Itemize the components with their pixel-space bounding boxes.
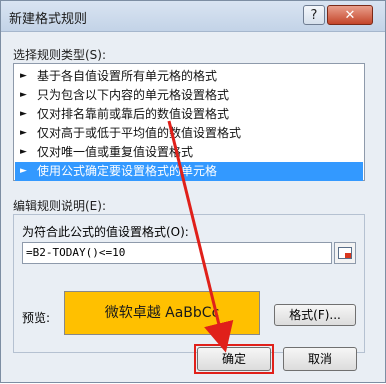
range-select-button[interactable] [334,242,356,264]
bullet-arrow-icon: ► [20,166,27,176]
help-button[interactable]: ? [303,5,325,25]
title-bar: 新建格式规则 ? ✕ [1,1,385,32]
close-button[interactable]: ✕ [327,5,373,25]
bullet-arrow-icon: ► [20,90,27,100]
formula-input[interactable]: =B2-TODAY()<=10 [22,242,332,264]
formula-label: 为符合此公式的值设置格式(O): [22,225,189,239]
bullet-arrow-icon: ► [20,147,27,157]
format-preview: 微软卓越 AaBbCc [64,291,260,335]
bullet-arrow-icon: ► [20,71,27,81]
bullet-arrow-icon: ► [20,109,27,119]
rule-type-item-label: 只为包含以下内容的单元格设置格式 [37,88,230,102]
edit-rule-label: 编辑规则说明(E): [13,199,106,213]
rule-type-item[interactable]: ► 仅对排名靠前或靠后的数值设置格式 [15,105,363,124]
preview-label: 预览: [22,311,51,325]
rule-type-item-label: 仅对唯一值或重复值设置格式 [37,145,194,159]
collapse-dialog-icon [338,247,352,259]
rule-type-item-label: 基于各自值设置所有单元格的格式 [37,69,218,83]
rule-type-item[interactable]: ► 只为包含以下内容的单元格设置格式 [15,86,363,105]
rule-type-list: ► 基于各自值设置所有单元格的格式 ► 只为包含以下内容的单元格设置格式 ► 仅… [13,63,365,181]
rule-type-item-label: 仅对排名靠前或靠后的数值设置格式 [37,107,230,121]
ok-highlight-box [194,344,274,374]
rule-type-item[interactable]: ► 仅对唯一值或重复值设置格式 [15,143,363,162]
rule-type-item[interactable]: ► 基于各自值设置所有单元格的格式 [15,67,363,86]
dialog-title: 新建格式规则 [9,12,88,27]
format-button[interactable]: 格式(F)... [274,304,356,326]
rule-type-label: 选择规则类型(S): [13,48,107,62]
rule-type-item[interactable]: ► 仅对高于或低于平均值的数值设置格式 [15,124,363,143]
rule-type-item-label: 仅对高于或低于平均值的数值设置格式 [37,126,242,140]
edit-rule-panel: 为符合此公式的值设置格式(O): =B2-TODAY()<=10 预览: 微软卓… [13,214,365,353]
bullet-arrow-icon: ► [20,128,27,138]
rule-type-item-label: 使用公式确定要设置格式的单元格 [37,164,218,178]
cancel-button[interactable]: 取消 [283,347,357,371]
new-format-rule-dialog: 新建格式规则 ? ✕ 选择规则类型(S): ► 基于各自值设置所有单元格的格式 … [0,0,386,383]
rule-type-item-selected[interactable]: ► 使用公式确定要设置格式的单元格 [15,162,363,181]
